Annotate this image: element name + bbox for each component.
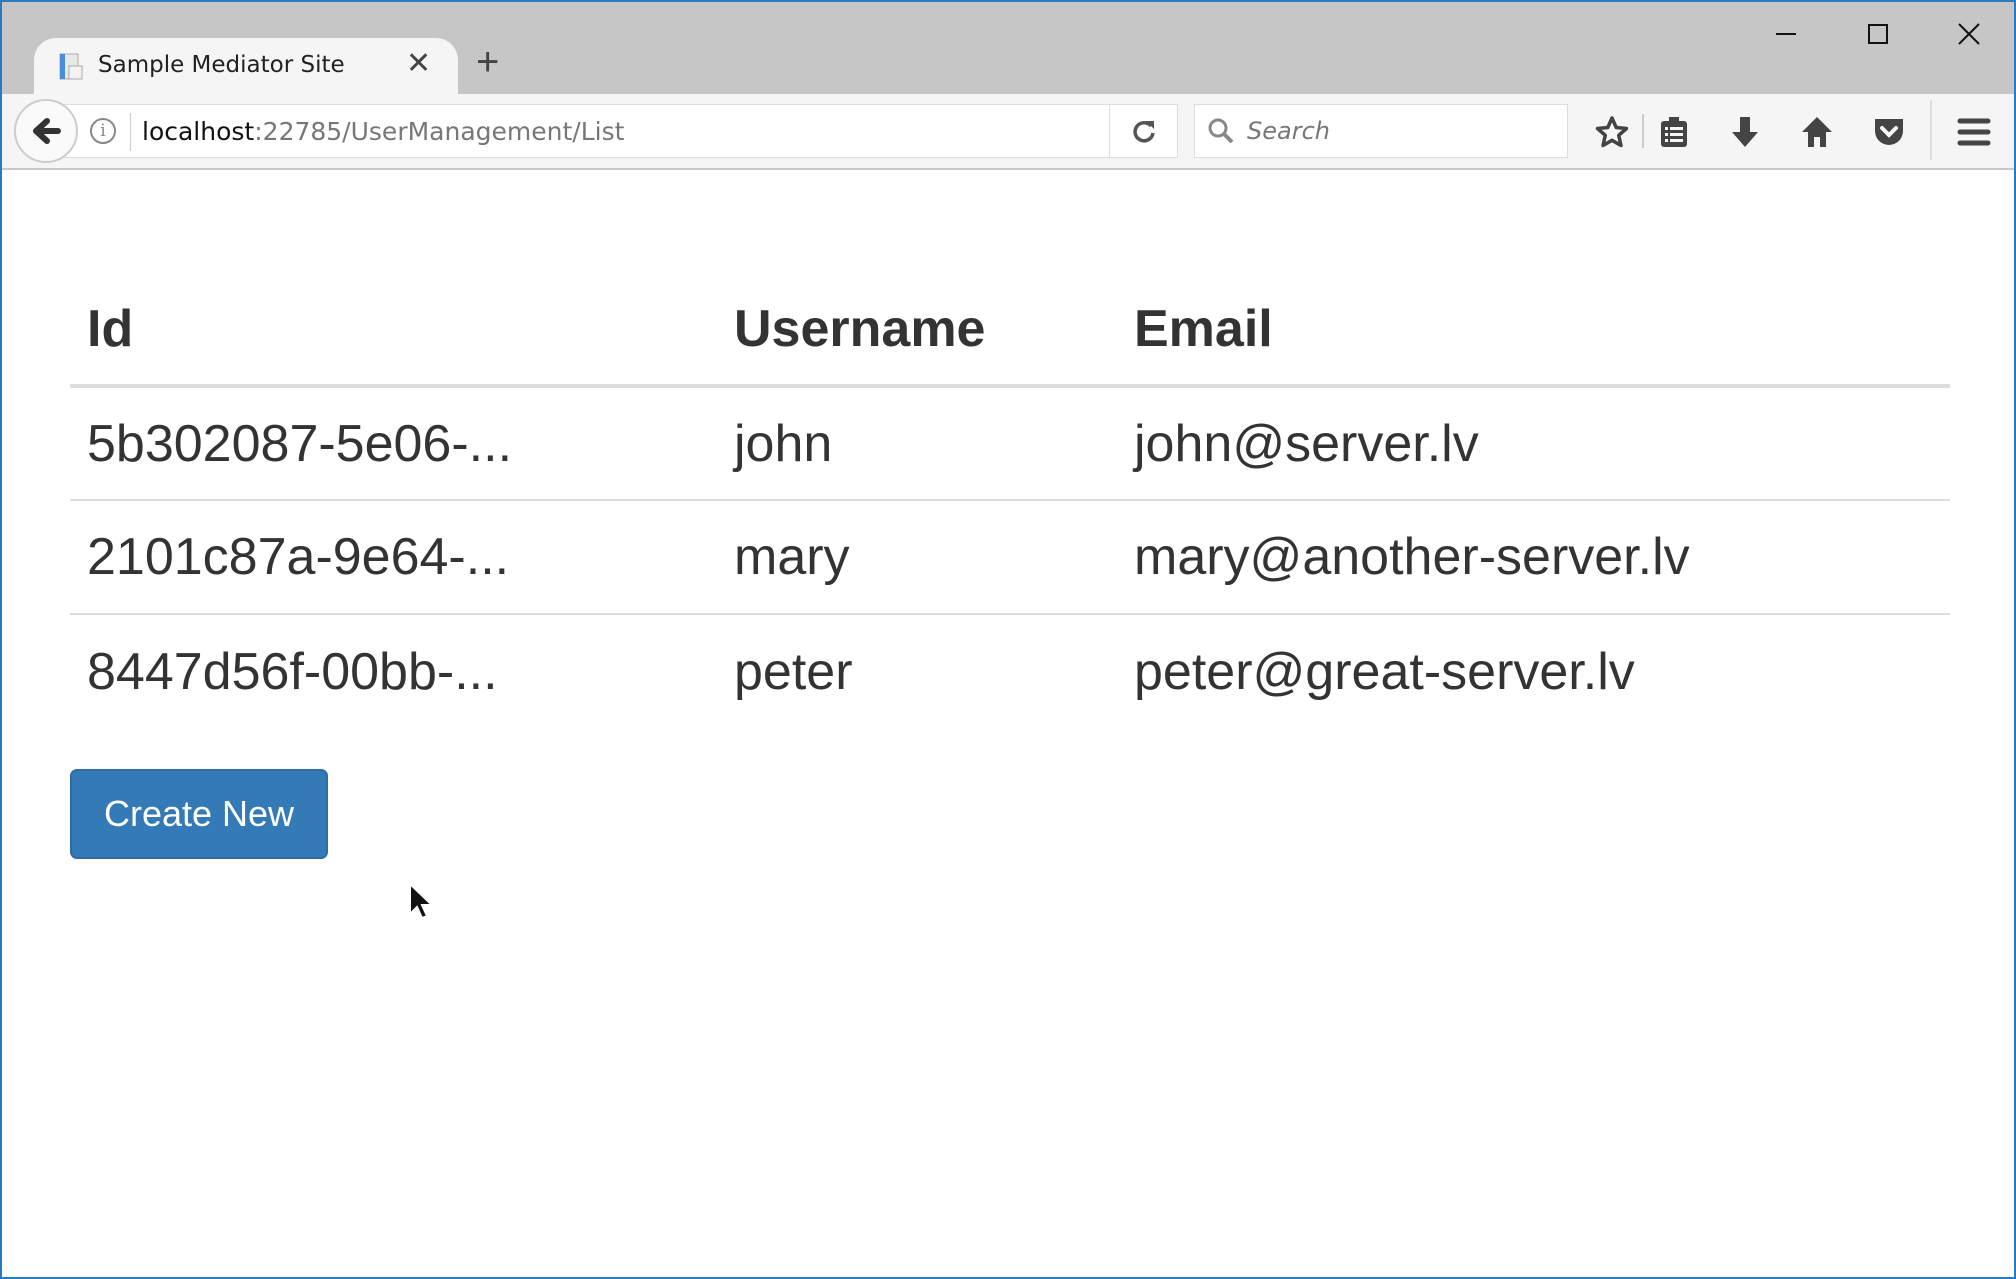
cell-email: john@server.lv <box>1134 414 1479 473</box>
pocket-icon[interactable] <box>1869 112 1909 152</box>
mouse-cursor-icon <box>409 882 435 920</box>
reload-button[interactable] <box>1109 105 1177 157</box>
url-text[interactable]: localhost:22785/UserManagement/List <box>142 117 624 146</box>
tab-strip: Sample Mediator Site ✕ + <box>2 2 2014 96</box>
new-tab-button[interactable]: + <box>476 42 499 82</box>
cell-email: peter@great-server.lv <box>1117 613 1950 728</box>
create-new-button[interactable]: Create New <box>70 769 328 859</box>
divider <box>1930 100 1932 160</box>
home-icon[interactable] <box>1797 112 1837 152</box>
url-path: :22785/UserManagement/List <box>254 117 625 146</box>
search-icon <box>1208 118 1234 144</box>
close-tab-icon[interactable]: ✕ <box>406 46 431 81</box>
reading-list-icon[interactable] <box>1654 112 1694 152</box>
tab-title: Sample Mediator Site <box>98 52 345 78</box>
table-header-row: Id Username Email <box>70 274 1950 388</box>
info-icon[interactable]: i <box>90 118 116 144</box>
menu-icon[interactable] <box>1954 112 1994 152</box>
cell-username: peter <box>717 613 1117 728</box>
cell-id: 8447d56f-00bb-... <box>70 613 717 728</box>
search-input[interactable]: Search <box>1194 104 1568 158</box>
divider <box>1642 114 1644 148</box>
url-host: localhost <box>142 117 255 146</box>
divider <box>130 113 131 151</box>
users-table: Id Username Email 5b302087-5e06-... john… <box>70 274 1950 728</box>
column-header-username: Username <box>717 274 1117 388</box>
table-row: 2101c87a-9e64-... mary mary@another-serv… <box>70 499 1950 614</box>
close-window-button[interactable] <box>1939 14 1999 54</box>
maximize-button[interactable] <box>1848 14 1908 54</box>
minimize-button[interactable] <box>1756 14 1816 54</box>
browser-window: Sample Mediator Site ✕ + i localhost:227… <box>0 0 2016 1279</box>
cell-username: mary <box>717 499 1117 614</box>
column-header-id: Id <box>70 274 717 388</box>
back-button[interactable] <box>14 99 78 163</box>
cell-id: 2101c87a-9e64-... <box>70 499 717 614</box>
nav-toolbar: i localhost:22785/UserManagement/List Se… <box>2 94 2014 170</box>
bookmark-star-icon[interactable] <box>1592 112 1632 152</box>
cell-email: mary@another-server.lv <box>1117 499 1950 614</box>
cell-id: 5b302087-5e06-... <box>87 414 513 473</box>
download-icon[interactable] <box>1725 112 1765 152</box>
page-icon <box>59 53 83 80</box>
table-row: 5b302087-5e06-... john john@server.lv <box>70 386 1950 500</box>
search-placeholder: Search <box>1247 117 1330 145</box>
cell-username: john <box>734 414 833 473</box>
tab-active[interactable]: Sample Mediator Site ✕ <box>34 38 458 96</box>
column-header-email: Email <box>1117 274 1950 388</box>
back-arrow-icon <box>33 118 61 144</box>
table-row: 8447d56f-00bb-... peter peter@great-serv… <box>70 613 1950 728</box>
reload-icon <box>1132 121 1155 143</box>
address-bar[interactable]: i localhost:22785/UserManagement/List <box>62 104 1178 158</box>
